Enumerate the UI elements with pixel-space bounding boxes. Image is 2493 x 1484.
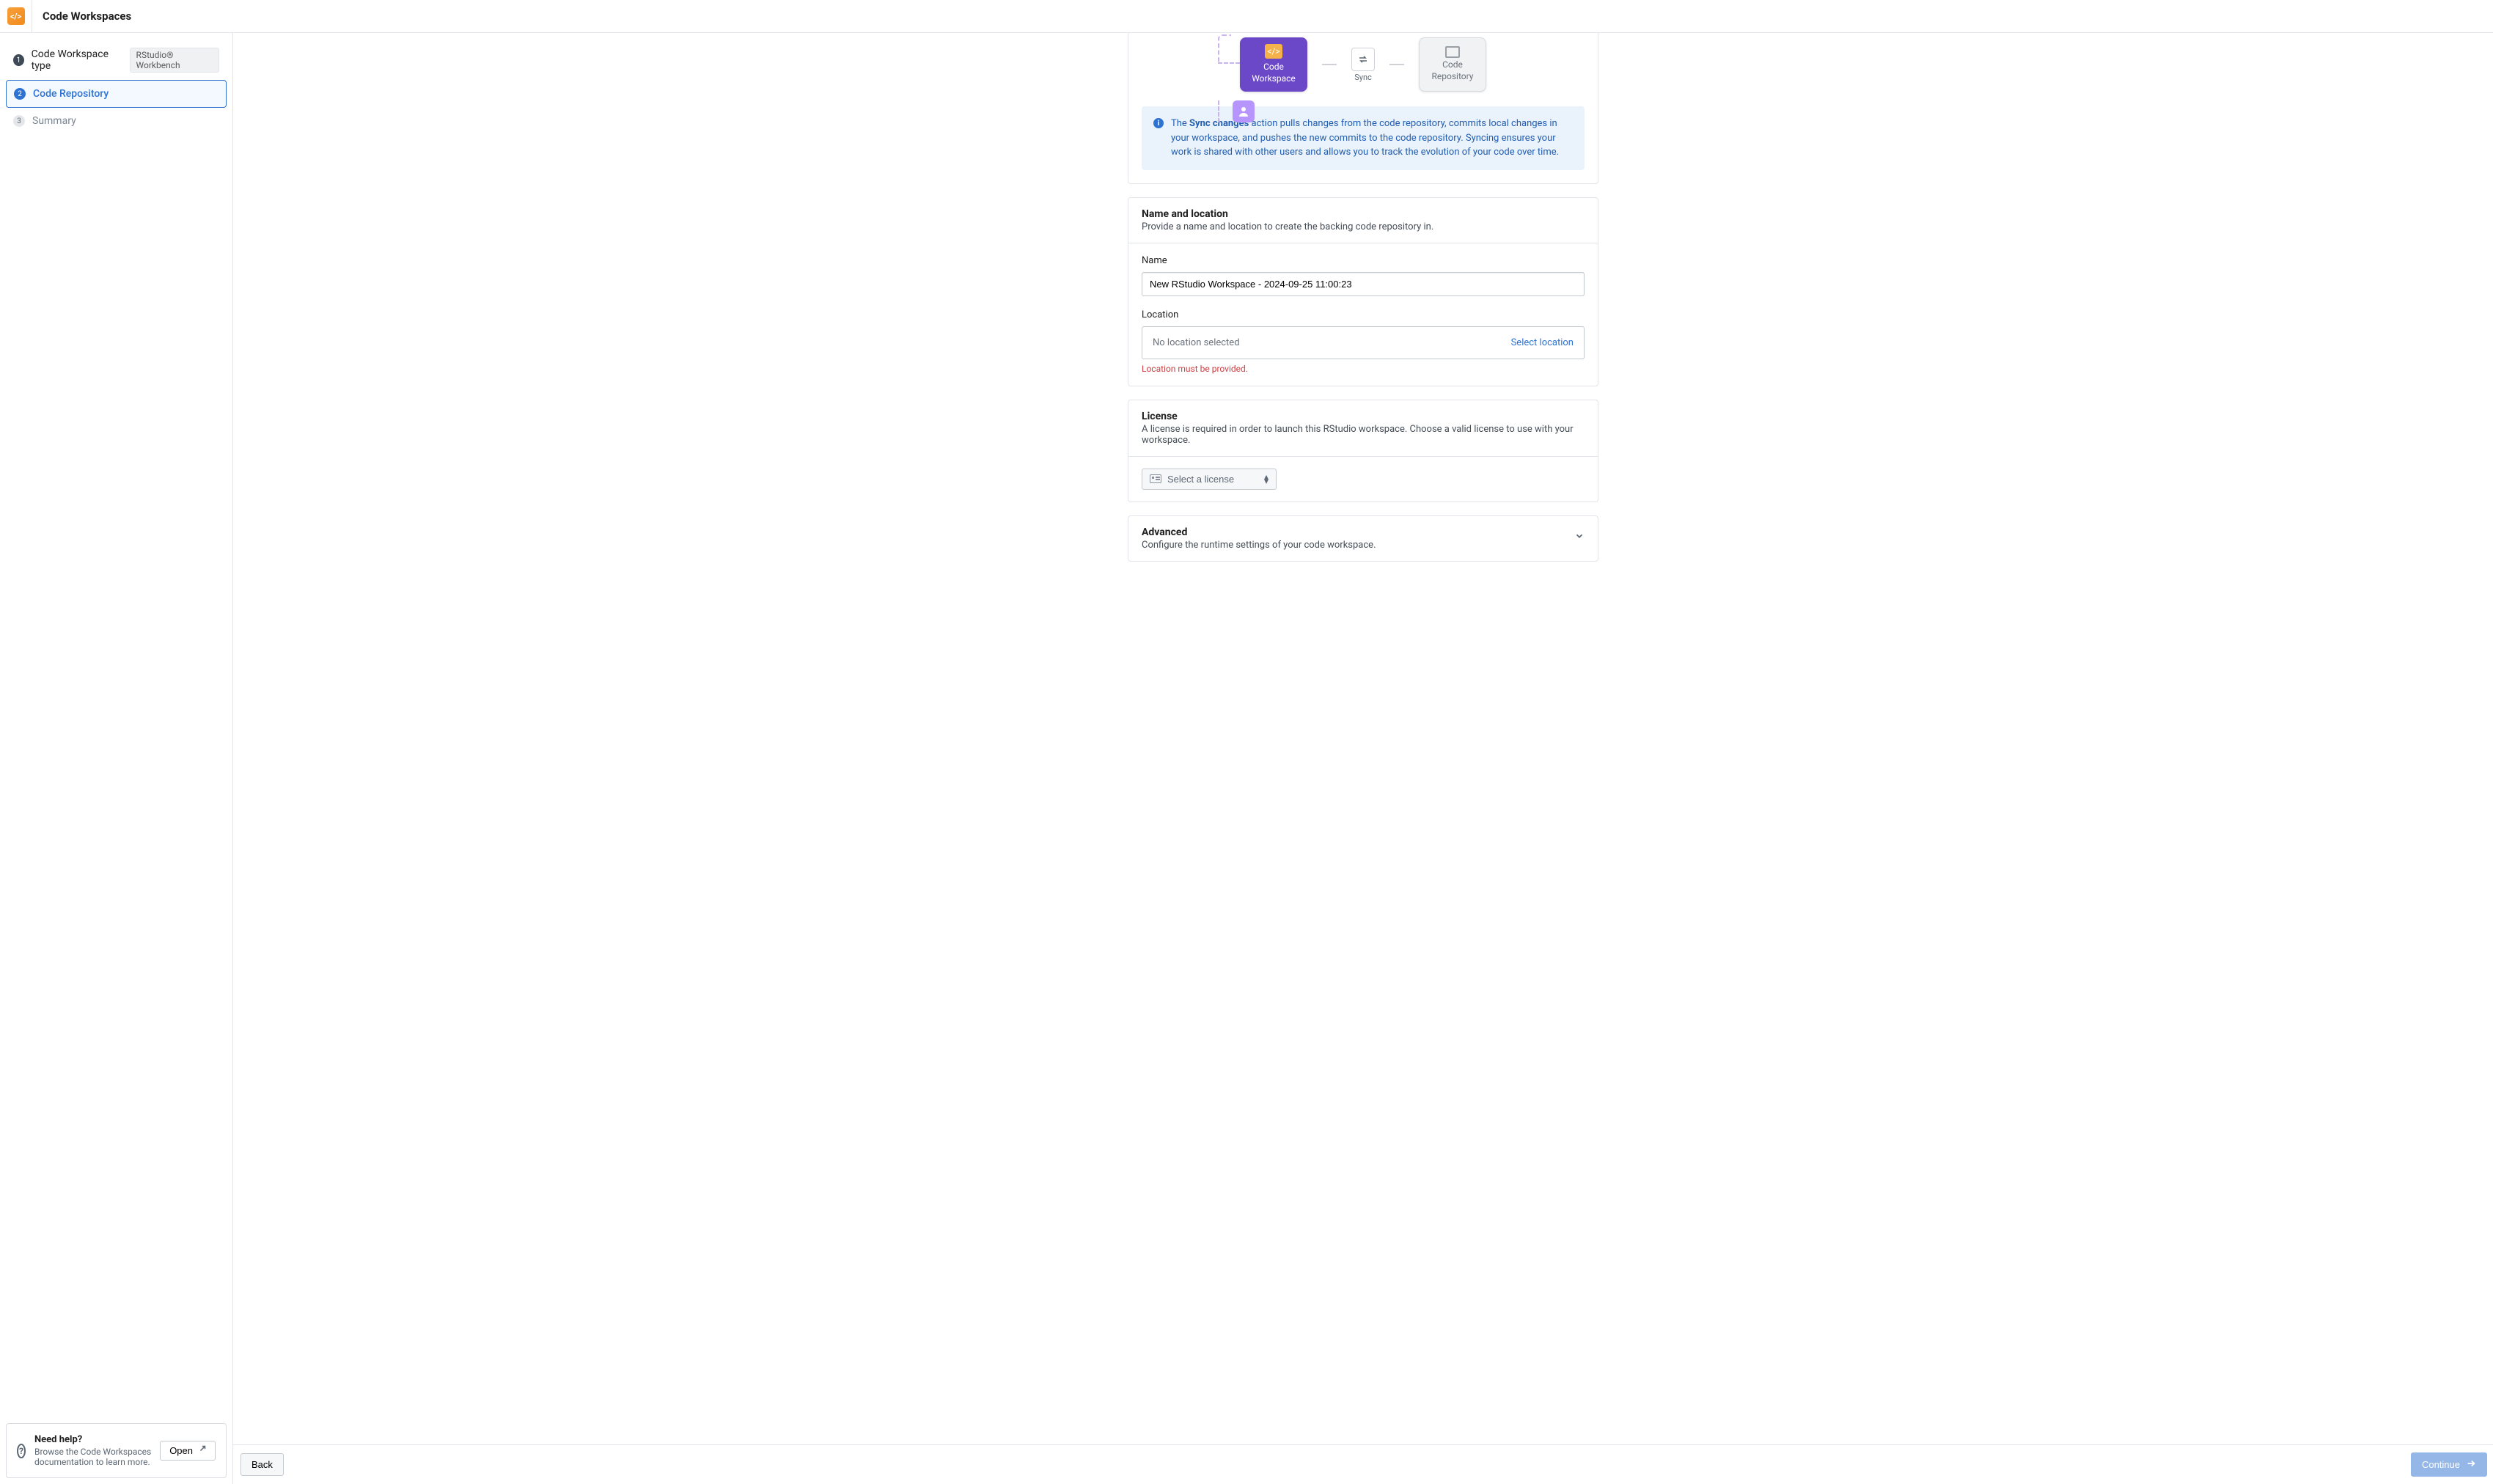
- section-desc: A license is required in order to launch…: [1142, 424, 1585, 446]
- diagram-sync-icon: [1351, 48, 1375, 71]
- wizard-sidebar: 1 Code Workspace type RStudio® Workbench…: [0, 33, 233, 1484]
- info-icon: i: [1153, 118, 1164, 128]
- diagram-repo-label: Code Repository: [1432, 59, 1474, 82]
- step-number-2: 2: [14, 88, 26, 100]
- section-desc: Provide a name and location to create th…: [1142, 221, 1585, 232]
- diagram-workspace-label: Code Workspace: [1252, 62, 1296, 84]
- location-box: No location selected Select location: [1142, 326, 1585, 359]
- advanced-section[interactable]: Advanced Configure the runtime settings …: [1128, 515, 1598, 562]
- open-docs-button[interactable]: Open: [160, 1441, 216, 1461]
- continue-label: Continue: [2422, 1459, 2460, 1470]
- caret-sort-icon: ▴▾: [1264, 474, 1268, 483]
- overview-card: </> Code Workspace: [1128, 33, 1598, 184]
- main-scroll[interactable]: </> Code Workspace: [233, 33, 2493, 1444]
- arrow-right-icon: [2466, 1458, 2476, 1471]
- app-logo: </>: [0, 0, 32, 32]
- sync-info-callout: i The Sync changes action pulls changes …: [1142, 106, 1585, 170]
- sync-diagram: </> Code Workspace: [1142, 33, 1585, 106]
- continue-button[interactable]: Continue: [2411, 1452, 2487, 1477]
- step-number-1: 1: [13, 54, 24, 66]
- workspace-name-input[interactable]: [1142, 272, 1585, 296]
- step-summary[interactable]: 3 Summary: [6, 108, 227, 134]
- diagram-workspace-box: </> Code Workspace: [1240, 37, 1307, 92]
- diagram-repo-box: Code Repository: [1419, 37, 1486, 92]
- name-location-section: Name and location Provide a name and loc…: [1128, 197, 1598, 386]
- repository-icon: [1445, 46, 1460, 58]
- section-title: Advanced: [1142, 526, 1376, 538]
- select-license-dropdown[interactable]: Select a license ▴▾: [1142, 469, 1277, 490]
- license-icon: [1150, 474, 1161, 483]
- code-workspaces-icon: </>: [7, 7, 25, 25]
- help-desc: Browse the Code Workspaces documentation…: [34, 1447, 151, 1467]
- location-error: Location must be provided.: [1142, 364, 1585, 374]
- page-title: Code Workspaces: [43, 10, 131, 23]
- wizard-footer: Back Continue: [233, 1444, 2493, 1484]
- back-button[interactable]: Back: [241, 1453, 284, 1476]
- diagram-sync-label: Sync: [1354, 73, 1372, 82]
- diagram-connector: [1389, 64, 1404, 65]
- license-section: License A license is required in order t…: [1128, 400, 1598, 502]
- step-label: Summary: [32, 115, 76, 127]
- help-card: ? Need help? Browse the Code Workspaces …: [6, 1423, 227, 1478]
- external-link-icon: [197, 1445, 206, 1456]
- diagram-connector: [1322, 64, 1337, 65]
- info-text: The Sync changes action pulls changes fr…: [1171, 117, 1573, 160]
- code-icon: </>: [1265, 44, 1282, 59]
- step-number-3: 3: [13, 115, 25, 127]
- help-icon: ?: [17, 1444, 26, 1458]
- section-title: Name and location: [1142, 208, 1585, 220]
- section-title: License: [1142, 411, 1585, 422]
- section-desc: Configure the runtime settings of your c…: [1142, 540, 1376, 551]
- help-title: Need help?: [34, 1434, 151, 1445]
- workspace-type-pill: RStudio® Workbench: [130, 48, 219, 73]
- step-label: Code Workspace type: [32, 48, 122, 72]
- chevron-down-icon: [1574, 531, 1585, 544]
- select-license-label: Select a license: [1167, 474, 1234, 485]
- select-location-link[interactable]: Select location: [1511, 337, 1574, 348]
- topbar: </> Code Workspaces: [0, 0, 2493, 33]
- location-empty-text: No location selected: [1153, 337, 1240, 348]
- open-label: Open: [169, 1445, 193, 1456]
- step-workspace-type[interactable]: 1 Code Workspace type RStudio® Workbench: [6, 40, 227, 80]
- diagram-user-icon: [1233, 100, 1255, 122]
- step-code-repository[interactable]: 2 Code Repository: [6, 80, 227, 108]
- location-label: Location: [1142, 309, 1585, 320]
- name-label: Name: [1142, 255, 1585, 266]
- step-label: Code Repository: [33, 88, 109, 100]
